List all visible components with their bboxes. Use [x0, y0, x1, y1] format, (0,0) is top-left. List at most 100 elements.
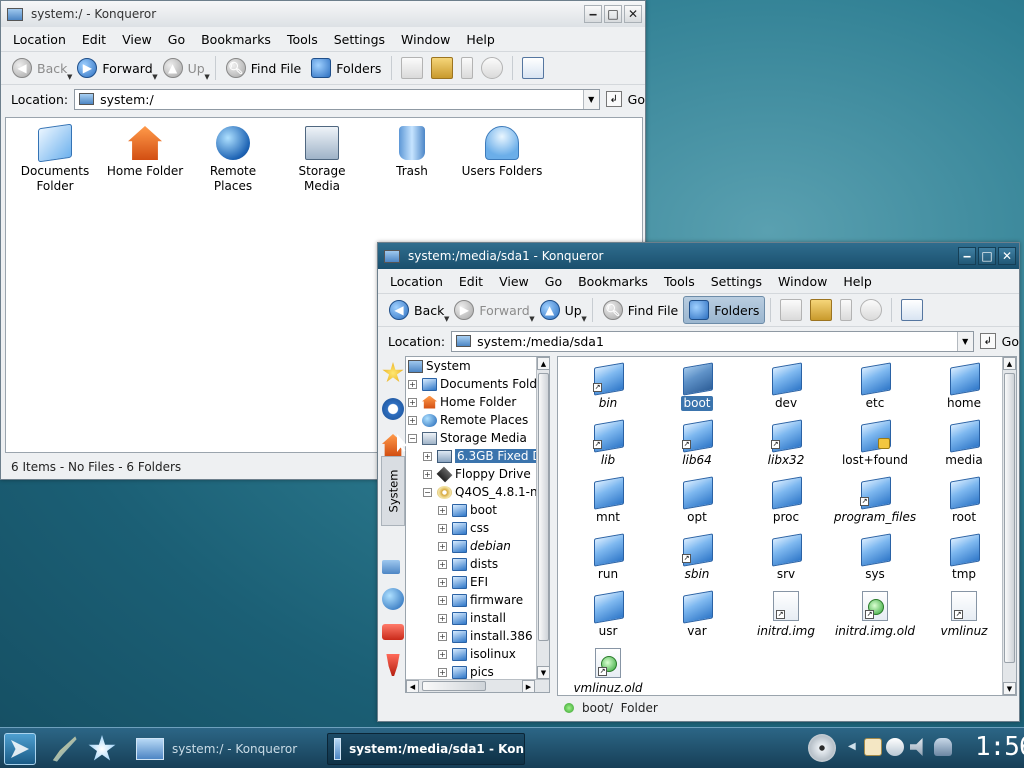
bookmarks-star-icon[interactable]	[382, 362, 404, 383]
find-file-button[interactable]: 🔍︎ Find File	[221, 54, 307, 82]
tree-item-folder[interactable]: + install	[438, 609, 506, 627]
file-item[interactable]: run	[563, 534, 653, 582]
tree-item-folder[interactable]: + isolinux	[438, 645, 516, 663]
tree-item-q4os-cd[interactable]: − Q4OS_4.8.1-n1	[423, 483, 545, 501]
copy-icon[interactable]	[401, 57, 424, 79]
paste-icon[interactable]	[810, 299, 833, 321]
expand-toggle[interactable]: +	[408, 379, 417, 389]
network-globe-icon[interactable]	[382, 588, 404, 610]
konqueror-app-icon[interactable]	[7, 7, 23, 21]
menu-location[interactable]: Location	[5, 32, 74, 47]
file-item[interactable]: media	[919, 420, 1009, 468]
scroll-thumb[interactable]	[1004, 373, 1015, 663]
menu-help[interactable]: Help	[835, 274, 880, 289]
icon-users-folders[interactable]: Users Folders	[456, 126, 548, 179]
copy-icon[interactable]	[780, 299, 803, 321]
tree-item-folder[interactable]: + dists	[438, 555, 498, 573]
file-item[interactable]: ↗ lib	[563, 420, 653, 468]
location-dropdown-button[interactable]: ▼	[956, 331, 973, 351]
icon-storage-media[interactable]: Storage Media	[277, 126, 367, 194]
location-value[interactable]: system:/	[100, 92, 154, 107]
scroll-up-arrow[interactable]: ▲	[1003, 357, 1016, 370]
go-button[interactable]: ↲ Go	[605, 91, 645, 107]
menu-settings[interactable]: Settings	[326, 32, 393, 47]
menu-go[interactable]: Go	[537, 274, 570, 289]
menu-go[interactable]: Go	[160, 32, 193, 47]
menu-bookmarks[interactable]: Bookmarks	[193, 32, 279, 47]
volume-icon[interactable]	[910, 738, 923, 756]
file-item[interactable]: opt	[652, 477, 742, 525]
tree-item-floppy-drive[interactable]: + Floppy Drive	[423, 465, 531, 483]
tree-item-folder[interactable]: + boot	[438, 501, 497, 519]
tree-item-fixed-disk[interactable]: + 6.3GB Fixed Dis	[423, 447, 549, 465]
expand-toggle[interactable]: +	[423, 451, 432, 461]
icon-home-folder[interactable]: Home Folder	[100, 126, 190, 179]
menu-window[interactable]: Window	[393, 32, 458, 47]
expand-toggle[interactable]: +	[438, 649, 447, 659]
menu-help[interactable]: Help	[458, 32, 503, 47]
up-button[interactable]: ▲ Up ▼	[535, 296, 587, 324]
file-item[interactable]: root	[919, 477, 1009, 525]
tree-horizontal-scrollbar[interactable]: ◀ ▶	[406, 679, 549, 692]
minimize-button[interactable]: ‒	[958, 247, 976, 265]
user-switch-icon[interactable]	[934, 738, 952, 756]
file-item[interactable]: boot	[652, 363, 742, 411]
launcher-star-icon[interactable]	[88, 735, 116, 761]
maximize-button[interactable]: □	[978, 247, 996, 265]
file-item[interactable]: srv	[741, 534, 831, 582]
scroll-up-arrow[interactable]: ▲	[537, 357, 549, 370]
desktop-settings-icon[interactable]	[52, 736, 77, 762]
file-item[interactable]: sys	[830, 534, 920, 582]
menu-edit[interactable]: Edit	[74, 32, 114, 47]
window-titlebar[interactable]: system:/media/sda1 - Konqueror ‒ □ ✕	[378, 243, 1019, 269]
view-mode-icon[interactable]	[522, 57, 545, 79]
expand-toggle[interactable]: +	[438, 631, 447, 641]
file-item[interactable]: ↗ vmlinuz	[919, 591, 1009, 639]
tree-item-home-folder[interactable]: + Home Folder	[408, 393, 516, 411]
expand-toggle[interactable]: +	[438, 595, 447, 605]
collapse-toggle[interactable]: −	[408, 433, 417, 443]
klipper-icon[interactable]	[864, 738, 882, 756]
cdrom-tray-icon[interactable]	[808, 734, 836, 762]
tree-item-remote-places[interactable]: + Remote Places	[408, 411, 528, 429]
tree-item-folder[interactable]: + debian	[438, 537, 511, 555]
back-button[interactable]: ◀ Back ▼	[384, 296, 449, 324]
sidebar-tab-system[interactable]: System	[381, 456, 405, 526]
start-menu-button[interactable]	[4, 733, 36, 765]
forward-button[interactable]: ▶ Forward ▼	[449, 296, 535, 324]
tree-item-storage-media[interactable]: − Storage Media	[408, 429, 527, 447]
menu-tools[interactable]: Tools	[656, 274, 703, 289]
close-button[interactable]: ✕	[998, 247, 1016, 265]
find-file-button[interactable]: 🔍︎ Find File	[598, 296, 684, 324]
icon-remote-places[interactable]: Remote Places	[188, 126, 278, 194]
close-button[interactable]: ✕	[624, 5, 642, 23]
services-icon[interactable]	[382, 624, 404, 640]
tree-item-documents-folder[interactable]: + Documents Folder	[408, 375, 549, 393]
folders-button[interactable]: Folders	[683, 296, 766, 324]
tree-item-folder[interactable]: + EFI	[438, 573, 488, 591]
file-item[interactable]: etc	[830, 363, 920, 411]
files-vertical-scrollbar[interactable]: ▲ ▼	[1002, 357, 1016, 695]
expand-toggle[interactable]: +	[408, 415, 417, 425]
expand-toggle[interactable]: +	[438, 613, 447, 623]
expand-toggle[interactable]: +	[408, 397, 417, 407]
tree-item-folder[interactable]: + install.386	[438, 627, 533, 645]
scroll-down-arrow[interactable]: ▼	[1003, 682, 1016, 695]
file-item[interactable]: ↗ bin	[563, 363, 653, 411]
file-item[interactable]: proc	[741, 477, 831, 525]
tree-item-system[interactable]: System	[408, 357, 471, 375]
file-item[interactable]: mnt	[563, 477, 653, 525]
clock[interactable]: 1:56	[975, 732, 1024, 762]
reload-icon[interactable]	[860, 299, 883, 321]
scroll-thumb[interactable]	[538, 373, 549, 641]
trash-small-icon[interactable]	[840, 299, 853, 321]
file-item[interactable]: ↗ initrd.img	[741, 591, 831, 639]
location-dropdown-button[interactable]: ▼	[582, 89, 599, 109]
file-item[interactable]: home	[919, 363, 1009, 411]
file-item[interactable]: var	[652, 591, 742, 639]
file-item[interactable]: ↗ program_files	[830, 477, 920, 525]
reload-icon[interactable]	[481, 57, 504, 79]
collapse-toggle[interactable]: −	[423, 487, 432, 497]
tree-vertical-scrollbar[interactable]: ▲ ▼	[536, 357, 549, 679]
maximize-button[interactable]: □	[604, 5, 622, 23]
